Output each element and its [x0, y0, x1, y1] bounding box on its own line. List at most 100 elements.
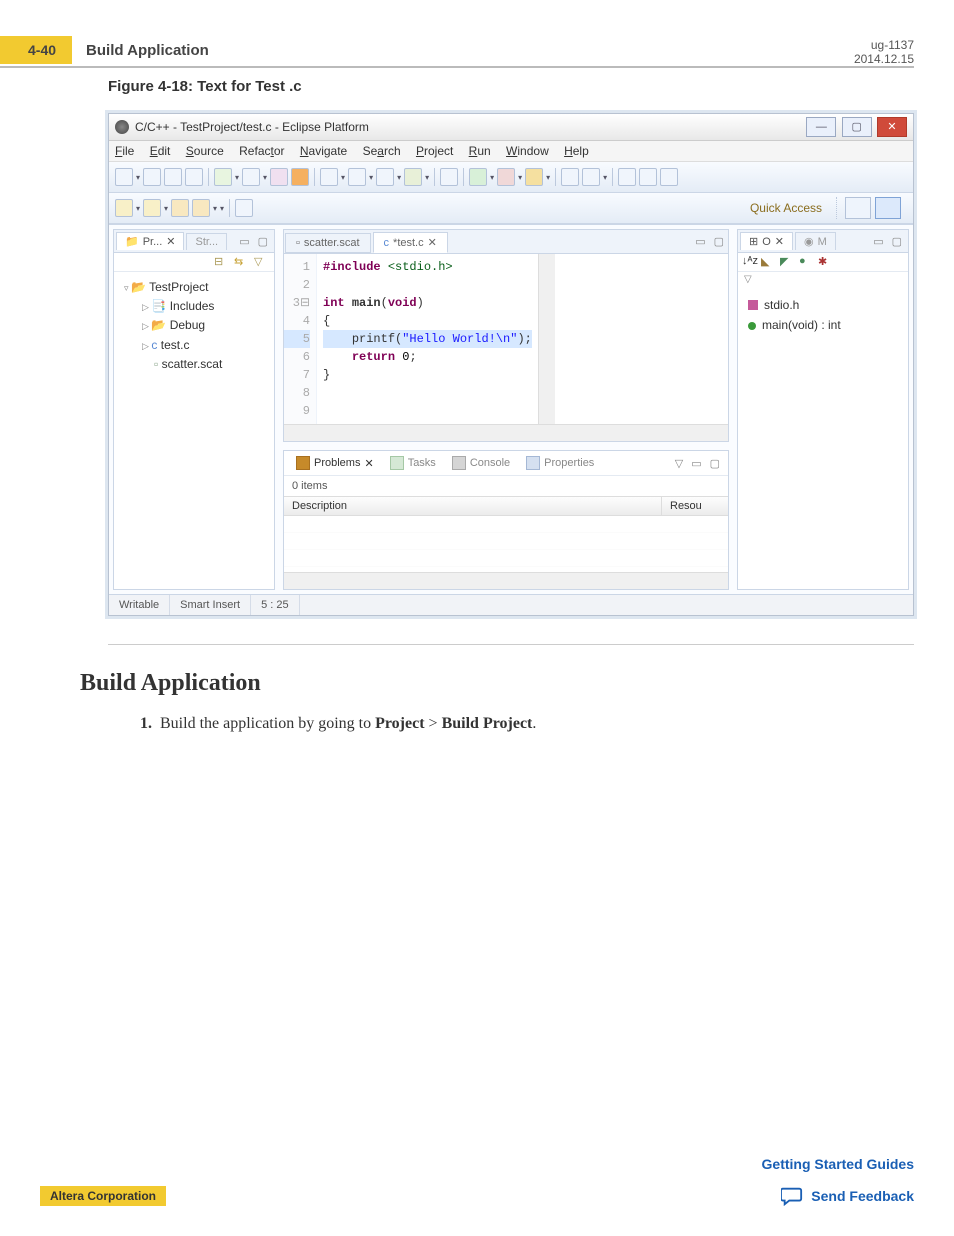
send-feedback-link[interactable]: Send Feedback	[762, 1186, 914, 1206]
menu-source[interactable]: Source	[186, 144, 224, 158]
page-header: 4-40 Build Application ug-1137 2014.12.1…	[0, 36, 914, 68]
menu-navigate[interactable]: Navigate	[300, 144, 347, 158]
probs-min-icon[interactable]: ▭	[687, 457, 705, 470]
ol-filter2-icon[interactable]: ◤	[780, 255, 794, 269]
debug-icon[interactable]	[214, 168, 232, 186]
eclipse-window: C/C++ - TestProject/test.c - Eclipse Pla…	[108, 113, 914, 616]
editor-scrollbar-h[interactable]	[284, 424, 728, 441]
maximize-button[interactable]: ▢	[842, 117, 872, 137]
source-text: #include <stdio.h> int main(void) { prin…	[317, 254, 538, 424]
pin-icon[interactable]	[235, 199, 253, 217]
tab-structure[interactable]: Str...	[186, 233, 227, 250]
open-perspective-icon[interactable]	[845, 197, 871, 219]
col-description[interactable]: Description	[284, 497, 662, 515]
tree-debug[interactable]: 📂 Debug	[124, 316, 270, 335]
link-editor-icon[interactable]: ⇆	[234, 255, 248, 269]
last-edit-icon[interactable]	[115, 199, 133, 217]
tree-scatter[interactable]: ▫ scatter.scat	[124, 355, 270, 374]
build-icon[interactable]	[242, 168, 260, 186]
toolbar-sep5	[555, 168, 556, 186]
open-task-icon[interactable]	[561, 168, 579, 186]
search-icon[interactable]	[440, 168, 458, 186]
view-min-icon[interactable]: ▭	[235, 235, 253, 248]
outline-stdio[interactable]: stdio.h	[748, 295, 898, 315]
collapse-all-icon[interactable]: ⊟	[214, 255, 228, 269]
menu-help[interactable]: Help	[564, 144, 589, 158]
quick-access[interactable]: Quick Access	[750, 201, 836, 215]
menu-project[interactable]: Project	[416, 144, 453, 158]
menu-search[interactable]: Search	[363, 144, 401, 158]
view-max-icon[interactable]: ▢	[254, 235, 272, 248]
footer-company: Altera Corporation	[40, 1186, 166, 1206]
ol-menu-icon[interactable]: ▽	[738, 272, 908, 287]
outline-main[interactable]: main(void) : int	[748, 315, 898, 335]
tb-y[interactable]	[618, 168, 636, 186]
tb-b[interactable]	[376, 168, 394, 186]
editor-tab-scatter[interactable]: ▫ scatter.scat	[285, 233, 371, 253]
toolbar-nav: ▾ ▾ ▾ ▾ Quick Access	[109, 193, 913, 224]
run-icon[interactable]	[469, 168, 487, 186]
tree-includes[interactable]: 📑 Includes	[124, 297, 270, 316]
close-button[interactable]: ✕	[877, 117, 907, 137]
tab-console[interactable]: Console	[444, 453, 518, 473]
tb-c[interactable]	[404, 168, 422, 186]
include-icon	[748, 300, 758, 310]
ol-filter1-icon[interactable]: ◣	[761, 255, 775, 269]
ol-group-icon[interactable]: ✱	[818, 255, 832, 269]
ol-sort-icon[interactable]: ↓ᴬz	[742, 255, 756, 269]
menu-edit[interactable]: Edit	[150, 144, 171, 158]
editor-tab-testc[interactable]: c *test.c ✕	[373, 232, 448, 253]
tb-x[interactable]	[582, 168, 600, 186]
open-type-icon[interactable]	[320, 168, 338, 186]
fwd-icon[interactable]	[192, 199, 210, 217]
menu-refactor[interactable]: Refactor	[239, 144, 284, 158]
console-icon	[452, 456, 466, 470]
ol-min-icon[interactable]: ▭	[869, 235, 887, 248]
feed-icon[interactable]	[291, 168, 309, 186]
menu-file[interactable]: File	[115, 144, 134, 158]
tab-properties[interactable]: Properties	[518, 453, 602, 473]
tab-problems[interactable]: Problems ✕	[288, 453, 382, 473]
tb-p[interactable]	[660, 168, 678, 186]
minimize-button[interactable]: —	[806, 117, 836, 137]
profile-icon[interactable]	[525, 168, 543, 186]
tab-project-explorer[interactable]: 📁 Pr... ✕	[116, 232, 184, 250]
cpp-perspective-icon[interactable]	[875, 197, 901, 219]
view-menu-icon[interactable]: ▽	[671, 457, 687, 470]
view-menu-icon[interactable]: ▽	[254, 255, 268, 269]
toolbar-main: ▾ ▾ ▾ ▾ ▾ ▾ ▾ ▾ ▾ ▾ ▾	[109, 162, 913, 193]
window-controls: — ▢ ✕	[804, 117, 907, 137]
probs-max-icon[interactable]: ▢	[706, 457, 724, 470]
toolbar-sep	[208, 168, 209, 186]
tgt-icon[interactable]	[270, 168, 288, 186]
back-icon[interactable]	[171, 199, 189, 217]
annot-icon[interactable]	[143, 199, 161, 217]
ol-hide-icon[interactable]: ●	[799, 255, 813, 269]
ext-tools-icon[interactable]	[497, 168, 515, 186]
col-resource[interactable]: Resou	[662, 497, 728, 515]
code-editor[interactable]: 12 3⊟ 4 5 67 89 #include <stdio.h> int m…	[284, 254, 728, 424]
editor-min-icon[interactable]: ▭	[691, 235, 709, 248]
editor-scrollbar-v[interactable]	[538, 254, 555, 424]
doc-id: ug-1137	[854, 38, 914, 52]
print-icon[interactable]	[185, 168, 203, 186]
ol-max-icon[interactable]: ▢	[888, 235, 906, 248]
section-divider	[108, 644, 914, 645]
tree-testc[interactable]: c test.c	[124, 336, 270, 355]
outline-tree: stdio.h main(void) : int	[738, 287, 908, 344]
problems-scrollbar-h[interactable]	[284, 572, 728, 589]
save-all-icon[interactable]	[164, 168, 182, 186]
menu-run[interactable]: Run	[469, 144, 491, 158]
save-icon[interactable]	[143, 168, 161, 186]
footer-link-guides[interactable]: Getting Started Guides	[762, 1156, 914, 1172]
tb-z[interactable]	[639, 168, 657, 186]
tb-a[interactable]	[348, 168, 366, 186]
menu-window[interactable]: Window	[506, 144, 549, 158]
tab-make[interactable]: ◉ M	[795, 232, 836, 250]
tab-tasks[interactable]: Tasks	[382, 453, 444, 473]
new-icon[interactable]	[115, 168, 133, 186]
status-cursor: 5 : 25	[251, 595, 300, 615]
tab-outline[interactable]: ⊞ O ✕	[740, 232, 793, 250]
tree-project[interactable]: 📂 TestProject	[124, 278, 270, 297]
editor-max-icon[interactable]: ▢	[710, 235, 728, 248]
